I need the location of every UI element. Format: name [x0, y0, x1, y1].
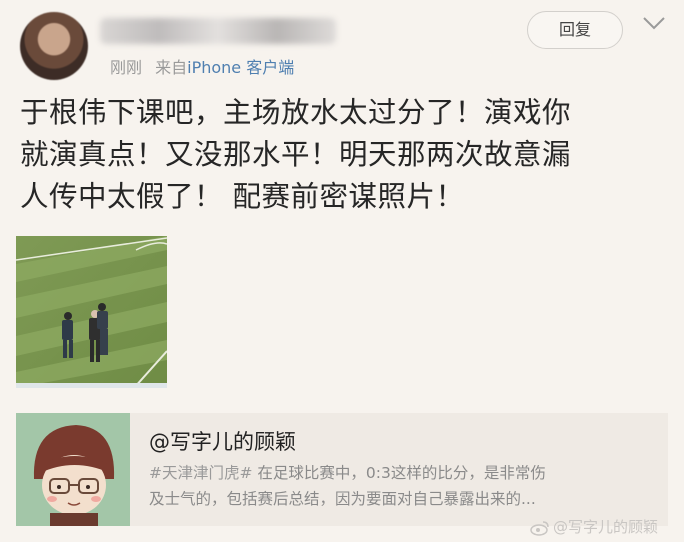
- attached-photo[interactable]: [16, 236, 167, 388]
- watermark: @写字儿的顾颖: [530, 516, 658, 537]
- watermark-text: @写字儿的顾颖: [553, 518, 659, 536]
- quoted-author-avatar[interactable]: [16, 413, 130, 526]
- post-text-line: 就演真点！又没那水平！明天那两次故意漏: [20, 138, 572, 171]
- post-meta: 刚刚 来自iPhone 客户端: [110, 54, 294, 78]
- reply-button[interactable]: 回复: [527, 11, 623, 49]
- quote-body-line: 在足球比赛中，0:3这样的比分，是非常伤: [252, 464, 546, 482]
- username-redacted[interactable]: [100, 18, 336, 44]
- topic-hashtag[interactable]: #天津津门虎#: [149, 464, 252, 482]
- from-prefix: 来自: [155, 58, 188, 77]
- quoted-author-name[interactable]: @写字儿的顾颖: [149, 426, 296, 456]
- post-body: 于根伟下课吧，主场放水太过分了！演戏你 就演真点！又没那水平！明天那两次故意漏 …: [20, 92, 670, 218]
- weibo-logo-icon: [530, 520, 549, 536]
- quote-body-line: 及士气的，包括赛后总结，因为要面对自己暴露出来的...: [149, 490, 536, 508]
- chevron-down-icon[interactable]: [641, 13, 667, 33]
- post-source-link[interactable]: iPhone 客户端: [187, 58, 294, 77]
- post-text-line: 人传中太假了！ 配赛前密谋照片！: [20, 180, 465, 213]
- user-avatar[interactable]: [20, 12, 88, 80]
- post-time: 刚刚: [110, 58, 143, 77]
- post-text-line: 于根伟下课吧，主场放水太过分了！演戏你: [20, 96, 572, 129]
- quoted-post-excerpt: #天津津门虎# 在足球比赛中，0:3这样的比分，是非常伤 及士气的，包括赛后总结…: [149, 460, 654, 512]
